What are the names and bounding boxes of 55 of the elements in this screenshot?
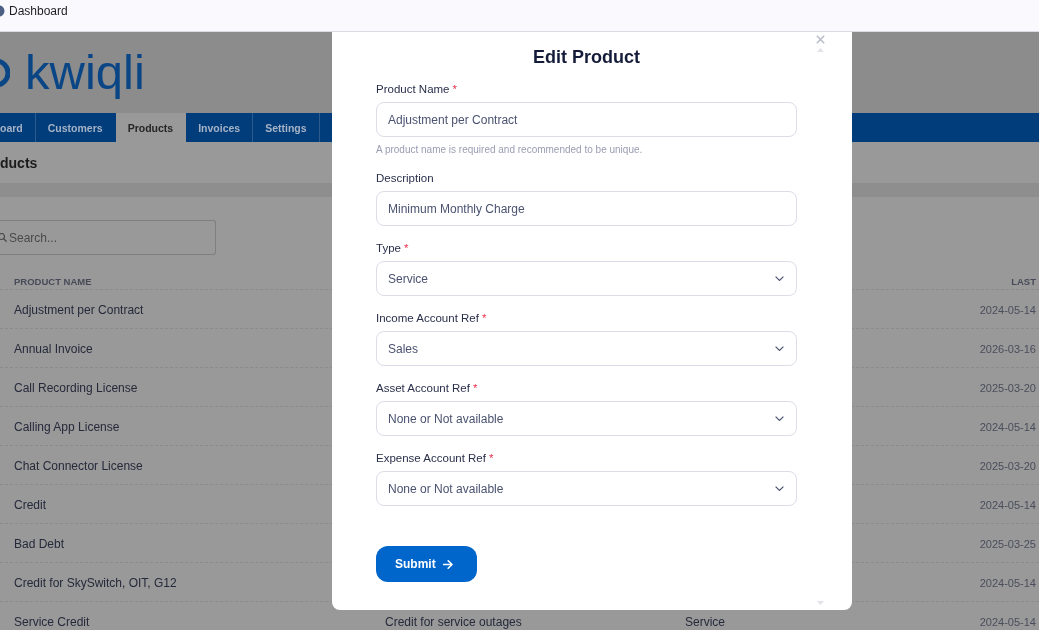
date-text: 2024-05-14 [979, 577, 1036, 589]
date-text: 2024-05-14 [979, 499, 1036, 511]
select-field[interactable]: None or Not available [376, 471, 797, 506]
text-input[interactable]: Minimum Monthly Charge [376, 191, 797, 226]
date-text: 2024-05-14 [979, 421, 1036, 433]
row-text: Service [685, 615, 725, 629]
date-text: 2024-05-14 [979, 616, 1036, 628]
product-name-text: Call Recording License [14, 381, 138, 395]
site-icon [0, 5, 5, 17]
select-field[interactable]: None or Not available [376, 401, 797, 436]
select-field[interactable]: Service [376, 261, 797, 296]
column-header: LAST [1011, 276, 1036, 287]
page-title: ducts [0, 153, 38, 172]
date-text: 2026-03-16 [979, 343, 1036, 355]
date-text: 2025-03-25 [979, 538, 1036, 550]
product-name-text: Credit for SkySwitch, OIT, G12 [14, 576, 177, 590]
search-field[interactable]: Search... [0, 220, 216, 255]
date-text: 2025-03-20 [979, 382, 1036, 394]
product-name-text: Chat Connector License [14, 459, 143, 473]
chevron-down-icon [775, 416, 784, 421]
column-header: PRODUCT NAME [14, 276, 92, 287]
logo-mark-icon [0, 56, 10, 89]
product-name-text: Calling App License [14, 420, 120, 434]
field-label: Asset Account Ref * [376, 381, 479, 395]
chevron-down-icon [775, 346, 784, 351]
nav-tab[interactable]: Customers [35, 113, 116, 142]
submit-button[interactable]: Submit [376, 546, 477, 582]
nav-tab[interactable]: oard [0, 113, 36, 142]
text-input[interactable]: Adjustment per Contract [376, 102, 797, 137]
product-name-text: Annual Invoice [14, 342, 93, 356]
date-text: 2025-03-20 [979, 460, 1036, 472]
row-text: Credit for service outages [385, 615, 522, 629]
nav-tab[interactable]: Settings [253, 113, 320, 142]
field-label: Product Name * [376, 82, 458, 96]
field-label: Income Account Ref * [376, 311, 488, 325]
chevron-down-icon [775, 486, 784, 491]
help-text: A product name is required and recommended to be unique. [376, 144, 644, 156]
window-title: Dashboard [9, 4, 68, 18]
nav-tab[interactable]: Invoices [186, 113, 254, 142]
close-icon[interactable] [816, 35, 825, 44]
chevron-down-icon [775, 276, 784, 281]
field-label: Expense Account Ref * [376, 451, 495, 465]
select-field[interactable]: Sales [376, 331, 797, 366]
date-text: 2024-05-14 [979, 304, 1036, 316]
product-name-text: Credit [14, 498, 46, 512]
arrow-right-icon [442, 559, 453, 569]
product-name-text: Adjustment per Contract [14, 303, 144, 317]
logo-text: kwiqli [25, 48, 145, 97]
field-label: Type * [376, 241, 410, 255]
product-name-text: Service Credit [14, 615, 90, 629]
dialog-title: Edit Product [532, 46, 641, 69]
nav-tab[interactable]: Products [115, 113, 187, 142]
field-label: Description [376, 171, 435, 185]
product-name-text: Bad Debt [14, 537, 65, 551]
search-icon [0, 233, 7, 242]
